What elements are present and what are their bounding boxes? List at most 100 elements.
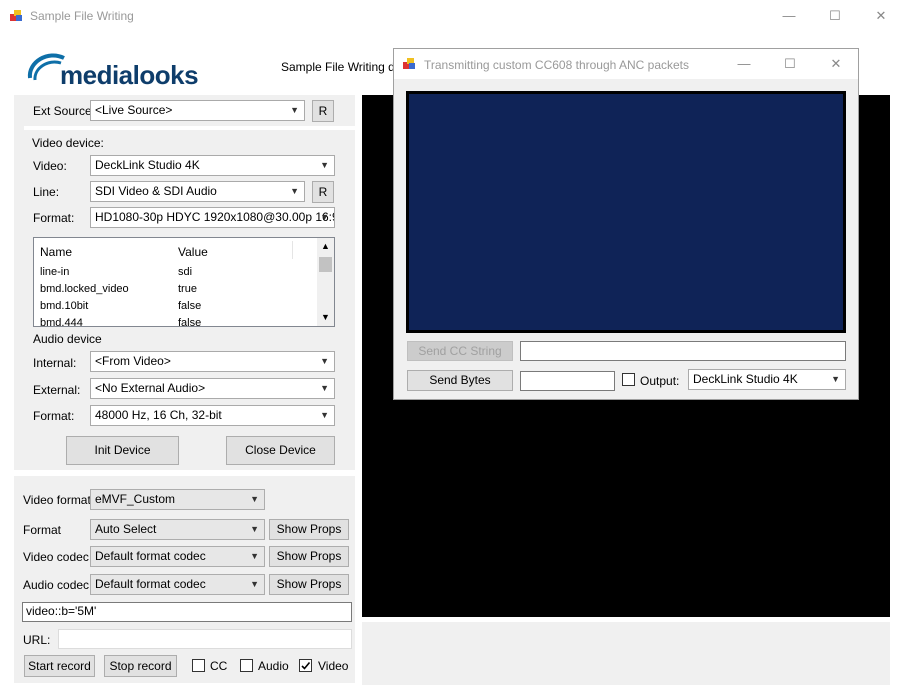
writer-video-format-select[interactable]: eMVF_Custom ▼ <box>90 489 265 510</box>
list-item-name[interactable]: bmd.444 <box>40 317 83 326</box>
url-label: URL: <box>23 633 51 647</box>
video-checkbox[interactable] <box>299 659 312 672</box>
scrollbar-thumb[interactable] <box>319 257 332 272</box>
list-item-value[interactable]: false <box>178 300 201 312</box>
column-divider <box>292 241 293 259</box>
internal-audio-value: <From Video> <box>95 354 171 368</box>
video-device-select[interactable]: DeckLink Studio 4K ▼ <box>90 155 335 176</box>
cc608-dialog: Transmitting custom CC608 through ANC pa… <box>393 48 859 400</box>
writer-video-format-value: eMVF_Custom <box>95 492 176 506</box>
list-item-name[interactable]: bmd.10bit <box>40 300 88 312</box>
ext-source-label: Ext Source: <box>33 104 96 118</box>
audio-codec-show-props-button[interactable]: Show Props <box>269 574 349 595</box>
dialog-minimize-button[interactable]: — <box>721 49 767 79</box>
ext-source-select[interactable]: <Live Source> ▼ <box>90 100 305 121</box>
divider <box>24 126 355 130</box>
dialog-app-icon <box>403 57 416 70</box>
chevron-down-icon: ▼ <box>250 494 259 504</box>
list-item-value[interactable]: true <box>178 283 197 295</box>
dialog-titlebar: Transmitting custom CC608 through ANC pa… <box>394 49 858 79</box>
ext-source-value: <Live Source> <box>95 103 173 117</box>
maximize-button[interactable]: ☐ <box>812 0 858 32</box>
header-text: Sample File Writing dem <box>281 60 412 74</box>
window-title: Sample File Writing <box>30 9 134 23</box>
video-codec-select[interactable]: Default format codec ▼ <box>90 546 265 567</box>
preview-footer-panel <box>362 622 890 685</box>
video-codec-value: Default format codec <box>95 549 206 563</box>
audio-checkbox[interactable] <box>240 659 253 672</box>
video-device-label: Video device: <box>32 136 104 150</box>
video-device-value: DeckLink Studio 4K <box>95 158 200 172</box>
list-scrollbar[interactable]: ▲ ▼ <box>317 238 334 326</box>
audio-codec-select[interactable]: Default format codec ▼ <box>90 574 265 595</box>
chevron-down-icon: ▼ <box>250 579 259 589</box>
audio-format-value: 48000 Hz, 16 Ch, 32-bit <box>95 408 222 422</box>
column-header-name[interactable]: Name <box>40 245 72 259</box>
column-header-value[interactable]: Value <box>178 245 208 259</box>
audio-device-label: Audio device <box>33 332 102 346</box>
divider <box>14 470 355 476</box>
video-format-value: HD1080-30p HDYC 1920x1080@30.00p 16:9 <box>95 210 335 224</box>
internal-audio-select[interactable]: <From Video> ▼ <box>90 351 335 372</box>
list-item-value[interactable]: sdi <box>178 266 192 278</box>
writer-format-label: Format <box>23 523 62 537</box>
close-device-button[interactable]: Close Device <box>226 436 335 465</box>
audio-codec-label: Audio codec <box>23 578 90 592</box>
line-select[interactable]: SDI Video & SDI Audio ▼ <box>90 181 305 202</box>
video-codec-label: Video codec <box>23 550 89 564</box>
device-props-list[interactable]: Name Value line-in sdi bmd.locked_video … <box>33 237 335 327</box>
dialog-preview <box>406 91 846 333</box>
list-item-name[interactable]: line-in <box>40 266 69 278</box>
close-button[interactable]: ✕ <box>858 0 904 32</box>
video-codec-show-props-button[interactable]: Show Props <box>269 546 349 567</box>
minimize-button[interactable]: — <box>766 0 812 32</box>
audio-format-label: Format: <box>33 409 75 423</box>
audio-format-select[interactable]: 48000 Hz, 16 Ch, 32-bit ▼ <box>90 405 335 426</box>
scroll-up-icon[interactable]: ▲ <box>321 241 330 251</box>
dialog-close-button[interactable]: ✕ <box>813 49 859 79</box>
writer-format-value: Auto Select <box>95 522 157 536</box>
external-audio-value: <No External Audio> <box>95 381 206 395</box>
chevron-down-icon: ▼ <box>290 186 299 196</box>
chevron-down-icon: ▼ <box>250 524 259 534</box>
main-titlebar: Sample File Writing — ☐ ✕ <box>0 0 904 32</box>
dialog-title: Transmitting custom CC608 through ANC pa… <box>424 58 690 72</box>
video-format-select[interactable]: HD1080-30p HDYC 1920x1080@30.00p 16:9 ▼ <box>90 207 335 228</box>
output-checkbox[interactable] <box>622 373 635 386</box>
dialog-maximize-button[interactable]: ☐ <box>767 49 813 79</box>
cc-label: CC <box>210 659 228 673</box>
dialog-preview-canvas <box>409 94 843 330</box>
line-label: Line: <box>33 185 60 199</box>
url-input[interactable] <box>58 629 352 649</box>
medialooks-logo: medialooks <box>26 48 206 90</box>
bytes-input[interactable] <box>520 371 615 391</box>
list-item-value[interactable]: false <box>178 317 201 326</box>
chevron-down-icon: ▼ <box>290 105 299 115</box>
stop-record-button[interactable]: Stop record <box>104 655 177 677</box>
cc-string-input[interactable] <box>520 341 846 361</box>
internal-label: Internal: <box>33 356 77 370</box>
writer-format-select[interactable]: Auto Select ▼ <box>90 519 265 540</box>
output-device-select[interactable]: DeckLink Studio 4K ▼ <box>688 369 846 390</box>
scroll-down-icon[interactable]: ▼ <box>321 312 330 322</box>
app-icon <box>10 9 23 22</box>
list-item-name[interactable]: bmd.locked_video <box>40 283 129 295</box>
start-record-button[interactable]: Start record <box>24 655 95 677</box>
line-value: SDI Video & SDI Audio <box>95 184 217 198</box>
chevron-down-icon: ▼ <box>320 383 329 393</box>
chevron-down-icon: ▼ <box>250 551 259 561</box>
video-label: Video: <box>33 159 67 173</box>
cc-checkbox[interactable] <box>192 659 205 672</box>
line-refresh-button[interactable]: R <box>312 181 334 203</box>
external-audio-select[interactable]: <No External Audio> ▼ <box>90 378 335 399</box>
options-input[interactable]: video::b='5M' <box>22 602 352 622</box>
output-label: Output: <box>640 374 680 388</box>
send-bytes-button[interactable]: Send Bytes <box>407 370 513 391</box>
audio-checkbox-label: Audio <box>258 659 289 673</box>
video-format-label: Video format: <box>23 493 95 507</box>
format-show-props-button[interactable]: Show Props <box>269 519 349 540</box>
ext-source-refresh-button[interactable]: R <box>312 100 334 122</box>
send-cc-string-button[interactable]: Send CC String <box>407 341 513 361</box>
init-device-button[interactable]: Init Device <box>66 436 179 465</box>
logo-text: medialooks <box>60 60 199 90</box>
